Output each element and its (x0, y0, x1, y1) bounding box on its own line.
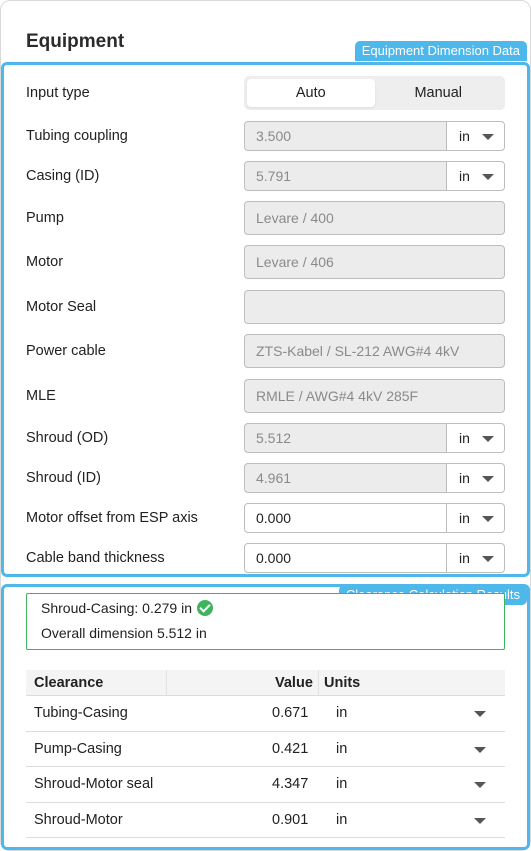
chevron-down-icon[interactable] (474, 711, 486, 717)
clearance-summary-box: Shroud-Casing: 0.279 in Overall dimensio… (26, 593, 505, 650)
motor-field: Levare / 406 (244, 245, 505, 279)
clearance-unit: in (336, 705, 348, 721)
units-column-header: Units (324, 675, 361, 691)
input-type-row: Input type Auto Manual (26, 76, 506, 110)
shroud-casing-text: Shroud-Casing: 0.279 in (41, 600, 192, 616)
chevron-down-icon[interactable] (474, 782, 486, 788)
motor-seal-row: Motor Seal (26, 290, 506, 324)
column-divider (166, 670, 167, 696)
motor-offset-label: Motor offset from ESP axis (26, 510, 198, 526)
panel-title: Equipment (26, 31, 125, 52)
power-cable-field: ZTS-Kabel / SL-212 AWG#4 4kV (244, 334, 505, 368)
shroud-id-label: Shroud (ID) (26, 470, 101, 486)
motor-offset-row: Motor offset from ESP axis 0.000 in (26, 503, 506, 533)
clearance-value: 4.347 (272, 776, 309, 792)
chevron-down-icon (482, 556, 494, 562)
casing-id-field: 5.791 (244, 161, 447, 191)
clearance-table: Clearance Value Units Tubing-Casing 0.67… (26, 670, 505, 838)
casing-id-unit-select[interactable]: in (446, 161, 505, 191)
chevron-down-icon (482, 134, 494, 140)
clearance-name: Pump-Casing (34, 740, 122, 757)
motor-seal-field (244, 290, 505, 324)
overall-dimension-text: Overall dimension 5.512 in (41, 625, 207, 641)
unit-label: in (459, 168, 470, 184)
unit-label: in (459, 510, 470, 526)
mle-row: MLE RMLE / AWG#4 4kV 285F (26, 379, 506, 413)
shroud-od-row: Shroud (OD) 5.512 in (26, 423, 506, 453)
table-row: Tubing-Casing 0.671 in (26, 696, 505, 732)
clearance-name: Shroud-Motor seal (34, 776, 154, 792)
shroud-id-unit-select[interactable]: in (446, 463, 505, 493)
motor-row: Motor Levare / 406 (26, 245, 506, 279)
motor-seal-label: Motor Seal (26, 299, 97, 315)
shroud-id-row: Shroud (ID) 4.961 in (26, 463, 506, 493)
input-type-manual-option[interactable]: Manual (375, 79, 503, 107)
chevron-down-icon[interactable] (474, 817, 486, 824)
tubing-coupling-label: Tubing coupling (26, 128, 128, 144)
clearance-value: 0.671 (272, 705, 309, 721)
cable-band-input[interactable]: 0.000 (244, 543, 447, 573)
unit-label: in (459, 128, 470, 144)
pump-field: Levare / 400 (244, 201, 505, 235)
chevron-down-icon (482, 516, 494, 522)
casing-id-label: Casing (ID) (26, 168, 100, 184)
clearance-name: Tubing-Casing (34, 705, 128, 721)
unit-label: in (459, 550, 470, 566)
input-type-toggle: Auto Manual (244, 76, 505, 110)
tubing-coupling-unit-select[interactable]: in (446, 121, 505, 151)
motor-offset-unit-select[interactable]: in (446, 503, 505, 533)
column-divider (318, 670, 319, 696)
shroud-od-unit-select[interactable]: in (446, 423, 505, 453)
motor-offset-input[interactable]: 0.000 (244, 503, 447, 533)
mle-field: RMLE / AWG#4 4kV 285F (244, 379, 505, 413)
shroud-od-label: Shroud (OD) (26, 430, 109, 446)
clearance-table-header: Clearance Value Units (26, 670, 505, 696)
tubing-coupling-row: Tubing coupling 3.500 in (26, 121, 506, 151)
input-type-auto-option[interactable]: Auto (247, 79, 375, 107)
table-row: Pump-Casing 0.421 in (26, 732, 505, 767)
table-row: Shroud-Motor 0.901 in (26, 803, 505, 838)
mle-label: MLE (26, 388, 56, 404)
cable-band-unit-select[interactable]: in (446, 543, 505, 573)
unit-label: in (459, 430, 470, 446)
motor-label: Motor (26, 254, 64, 270)
shroud-id-field: 4.961 (244, 463, 447, 493)
shroud-od-field: 5.512 (244, 423, 447, 453)
value-column-header: Value (275, 675, 313, 691)
tubing-coupling-field: 3.500 (244, 121, 447, 151)
cable-band-label: Cable band thickness (26, 550, 165, 566)
power-cable-label: Power cable (26, 343, 106, 359)
clearance-unit: in (336, 811, 348, 828)
input-type-label: Input type (26, 85, 90, 101)
shroud-casing-summary: Shroud-Casing: 0.279 in (41, 600, 213, 616)
clearance-name: Shroud-Motor (34, 811, 123, 828)
chevron-down-icon (482, 436, 494, 442)
chevron-down-icon (482, 476, 494, 482)
equipment-dimension-tag: Equipment Dimension Data (354, 41, 527, 61)
pump-label: Pump (26, 210, 64, 226)
power-cable-row: Power cable ZTS-Kabel / SL-212 AWG#4 4kV (26, 334, 506, 368)
pump-row: Pump Levare / 400 (26, 201, 506, 235)
clearance-unit: in (336, 740, 348, 757)
check-circle-icon (197, 600, 213, 616)
chevron-down-icon[interactable] (474, 746, 486, 753)
table-row: Shroud-Motor seal 4.347 in (26, 767, 505, 803)
unit-label: in (459, 470, 470, 486)
cable-band-row: Cable band thickness 0.000 in (26, 543, 506, 573)
chevron-down-icon (482, 174, 494, 180)
clearance-unit: in (336, 776, 348, 792)
clearance-value: 0.421 (272, 740, 309, 757)
clearance-column-header: Clearance (34, 675, 104, 691)
clearance-value: 0.901 (272, 811, 309, 828)
casing-id-row: Casing (ID) 5.791 in (26, 161, 506, 191)
